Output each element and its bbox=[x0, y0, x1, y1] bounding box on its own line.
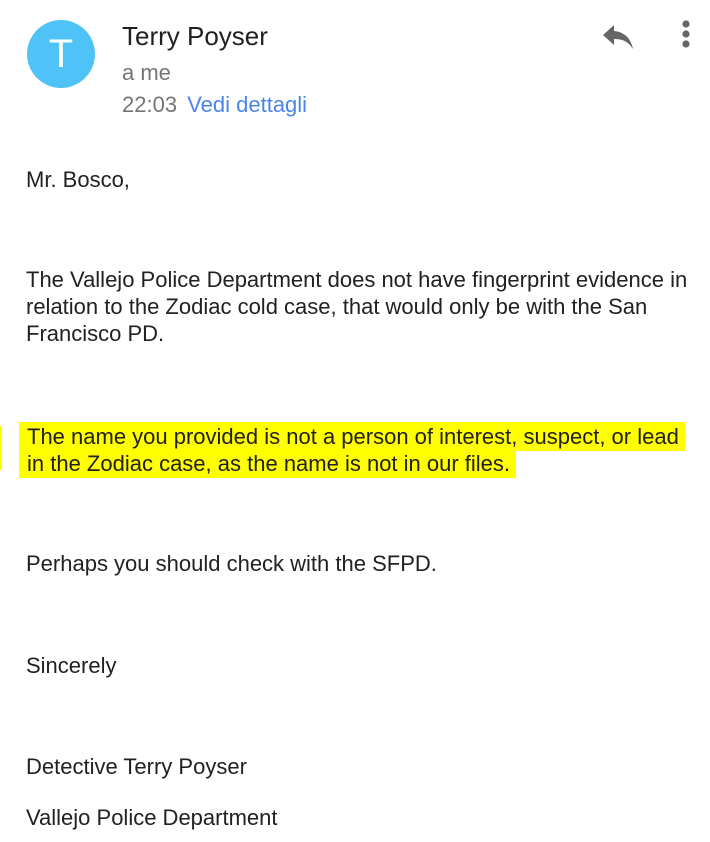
view-details-link[interactable]: Vedi dettagli bbox=[187, 92, 307, 117]
highlighted-text: The name you provided is not a person of… bbox=[19, 422, 685, 478]
signature-name: Detective Terry Poyser bbox=[26, 754, 247, 779]
reply-icon bbox=[603, 25, 633, 49]
recipient-label: a me bbox=[122, 60, 171, 85]
highlight-marker bbox=[0, 426, 2, 470]
reply-button[interactable] bbox=[598, 18, 638, 58]
more-vert-icon bbox=[682, 20, 690, 48]
greeting: Mr. Bosco, bbox=[26, 167, 130, 192]
message-meta: 22:03 Vedi dettagli bbox=[122, 92, 307, 118]
sender-name: Terry Poyser bbox=[122, 21, 268, 51]
paragraph-1: The Vallejo Police Department does not h… bbox=[26, 267, 688, 346]
avatar[interactable]: T bbox=[27, 20, 95, 88]
paragraph-3: Perhaps you should check with the SFPD. bbox=[26, 551, 437, 576]
timestamp: 22:03 bbox=[122, 92, 178, 117]
closing: Sincerely bbox=[26, 653, 117, 678]
more-options-button[interactable] bbox=[666, 14, 706, 54]
paragraph-2: The name you provided is not a person of… bbox=[19, 422, 696, 478]
signature-org: Vallejo Police Department bbox=[26, 805, 278, 830]
